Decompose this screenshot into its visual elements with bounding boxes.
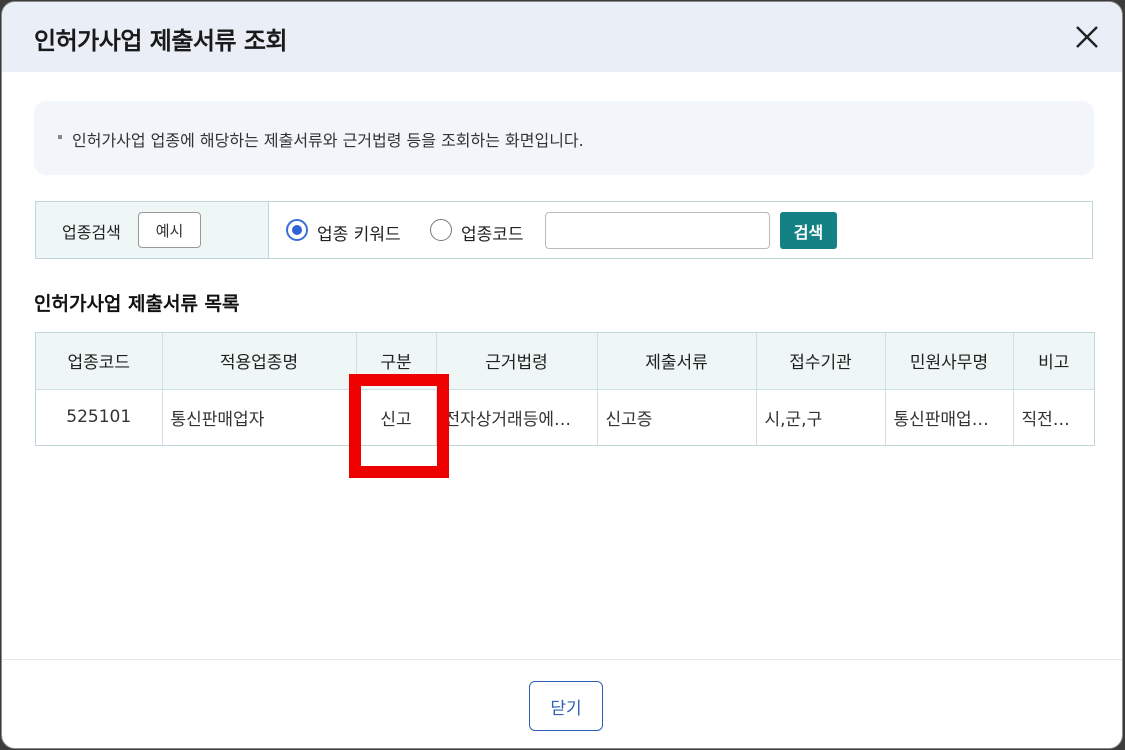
cell-category[interactable]: 신고 xyxy=(356,389,437,445)
list-title: 인허가사업 제출서류 목록 xyxy=(34,293,240,315)
col-header-remarks[interactable]: 비고 xyxy=(1013,333,1094,390)
footer-divider xyxy=(2,659,1122,660)
radio-code[interactable] xyxy=(430,219,452,241)
search-label: 업종검색 xyxy=(62,223,121,242)
radio-keyword[interactable] xyxy=(286,219,308,241)
cell-industry-name[interactable]: 통신판매업자 xyxy=(162,389,357,445)
radio-keyword-label[interactable]: 업종 키워드 xyxy=(317,220,401,245)
close-button[interactable]: 닫기 xyxy=(529,681,603,731)
col-header-documents[interactable]: 제출서류 xyxy=(597,333,757,390)
submission-documents-dialog: 인허가사업 제출서류 조회 인허가사업 업종에 해당하는 제출서류와 근거법령 … xyxy=(1,1,1123,749)
table-header-row: 업종코드 적용업종명 구분 근거법령 제출서류 접수기관 민원사무명 비고 xyxy=(36,333,1094,390)
col-header-industry-code[interactable]: 업종코드 xyxy=(36,333,163,390)
cell-industry-code[interactable]: 525101 xyxy=(36,389,163,445)
col-header-legal-basis[interactable]: 근거법령 xyxy=(436,333,598,390)
cell-remarks[interactable]: 직전… xyxy=(1013,389,1094,445)
radio-code-label[interactable]: 업종코드 xyxy=(461,220,524,245)
col-header-category[interactable]: 구분 xyxy=(356,333,437,390)
search-button[interactable]: 검색 xyxy=(780,212,837,249)
search-label-cell: 업종검색 예시 xyxy=(36,202,269,258)
table-row[interactable]: 525101 통신판매업자 신고 전자상거래등에… 신고증 시,군,구 통신판매… xyxy=(36,389,1094,445)
dialog-header: 인허가사업 제출서류 조회 xyxy=(2,2,1122,72)
col-header-service-name[interactable]: 민원사무명 xyxy=(885,333,1014,390)
cell-receiving-agency[interactable]: 시,군,구 xyxy=(756,389,886,445)
cell-documents[interactable]: 신고증 xyxy=(597,389,757,445)
documents-table: 업종코드 적용업종명 구분 근거법령 제출서류 접수기관 민원사무명 비고 52… xyxy=(35,332,1095,446)
industry-search-row: 업종검색 예시 업종 키워드 업종코드 검색 xyxy=(35,201,1093,259)
info-notice: 인허가사업 업종에 해당하는 제출서류와 근거법령 등을 조회하는 화면입니다. xyxy=(34,101,1094,175)
col-header-industry-name[interactable]: 적용업종명 xyxy=(162,333,357,390)
cell-service-name[interactable]: 통신판매업… xyxy=(885,389,1014,445)
info-text: 인허가사업 업종에 해당하는 제출서류와 근거법령 등을 조회하는 화면입니다. xyxy=(72,131,584,150)
cell-legal-basis[interactable]: 전자상거래등에… xyxy=(436,389,598,445)
example-button[interactable]: 예시 xyxy=(138,212,201,248)
close-icon[interactable] xyxy=(1074,24,1100,50)
search-input[interactable] xyxy=(545,212,770,249)
col-header-receiving-agency[interactable]: 접수기관 xyxy=(756,333,886,390)
bullet-icon xyxy=(58,135,62,139)
dialog-title: 인허가사업 제출서류 조회 xyxy=(34,27,288,55)
